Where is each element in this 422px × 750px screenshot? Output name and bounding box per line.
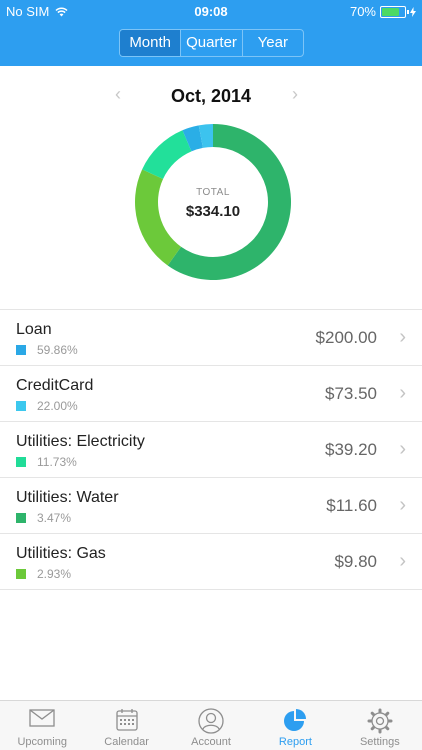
segment-quarter[interactable]: Quarter [181, 30, 243, 56]
total-value: $334.10 [185, 203, 241, 220]
chevron-right-icon: › [399, 550, 406, 572]
tab-account[interactable]: Account [169, 701, 253, 750]
expense-row-loan[interactable]: Loan 59.86% $200.00 › [0, 310, 422, 366]
expense-row-creditcard[interactable]: CreditCard 22.00% $73.50 › [0, 366, 422, 422]
donut-total: TOTAL $334.10 [134, 123, 292, 281]
chevron-right-icon: › [399, 326, 406, 348]
chevron-right-icon: › [399, 438, 406, 460]
calendar-icon [115, 709, 138, 731]
expense-name: Utilities: Electricity [16, 433, 145, 450]
header-bar: No SIM 09:08 70% Month Quarter Year [0, 0, 422, 66]
gear-icon [367, 708, 393, 734]
expense-name: Utilities: Water [16, 489, 119, 506]
expense-row-water[interactable]: Utilities: Water 3.47% $11.60 › [0, 478, 422, 534]
expense-percent: 22.00% [37, 399, 78, 413]
battery-area: 70% [350, 4, 416, 19]
color-swatch [16, 345, 26, 355]
period-title: Oct, 2014 [170, 86, 252, 106]
expense-row-electricity[interactable]: Utilities: Electricity 11.73% $39.20 › [0, 422, 422, 478]
segment-year[interactable]: Year [243, 30, 303, 56]
expense-percent: 2.93% [37, 567, 72, 581]
expense-row-gas[interactable]: Utilities: Gas 2.93% $9.80 › [0, 534, 422, 590]
period-segmented-control: Month Quarter Year [119, 29, 304, 57]
report-pie-icon [284, 709, 307, 731]
expense-amount: $11.60 [326, 496, 377, 515]
color-swatch [16, 457, 26, 467]
expense-amount: $73.50 [325, 384, 377, 403]
tab-bar: Upcoming Calendar Account Report Setting… [0, 700, 422, 750]
expense-percent: 59.86% [37, 343, 78, 357]
charging-icon [410, 6, 416, 17]
tab-upcoming[interactable]: Upcoming [0, 701, 84, 750]
expense-amount: $39.20 [325, 440, 377, 459]
expense-percent: 3.47% [37, 511, 72, 525]
color-swatch [16, 401, 26, 411]
expense-list: Loan 59.86% $200.00 › CreditCard 22.00% … [0, 309, 422, 590]
period-navigator: ‹ Oct, 2014 › [0, 84, 422, 110]
tab-label: Upcoming [17, 736, 67, 748]
battery-icon [380, 5, 409, 18]
expense-amount: $200.00 [315, 328, 377, 347]
segment-month[interactable]: Month [120, 30, 182, 56]
tab-calendar[interactable]: Calendar [84, 701, 168, 750]
tab-label: Report [278, 736, 312, 748]
envelope-icon [29, 709, 55, 727]
color-swatch [16, 569, 26, 579]
status-bar: No SIM 09:08 70% [0, 0, 422, 22]
tab-label: Account [191, 736, 231, 748]
total-label: TOTAL [196, 187, 230, 198]
tab-settings[interactable]: Settings [338, 701, 422, 750]
expense-name: Loan [16, 321, 52, 338]
battery-percent: 70% [349, 4, 376, 19]
account-icon [198, 708, 224, 734]
expense-name: CreditCard [16, 377, 94, 394]
tab-label: Calendar [104, 736, 149, 748]
next-period-chevron-icon[interactable]: › [292, 84, 298, 105]
expense-amount: $9.80 [334, 552, 377, 571]
chevron-right-icon: › [399, 494, 406, 516]
tab-report[interactable]: Report [253, 701, 337, 750]
chevron-right-icon: › [399, 382, 406, 404]
expense-name: Utilities: Gas [16, 545, 106, 562]
tab-label: Settings [359, 736, 400, 748]
color-swatch [16, 513, 26, 523]
expense-percent: 11.73% [37, 455, 77, 469]
